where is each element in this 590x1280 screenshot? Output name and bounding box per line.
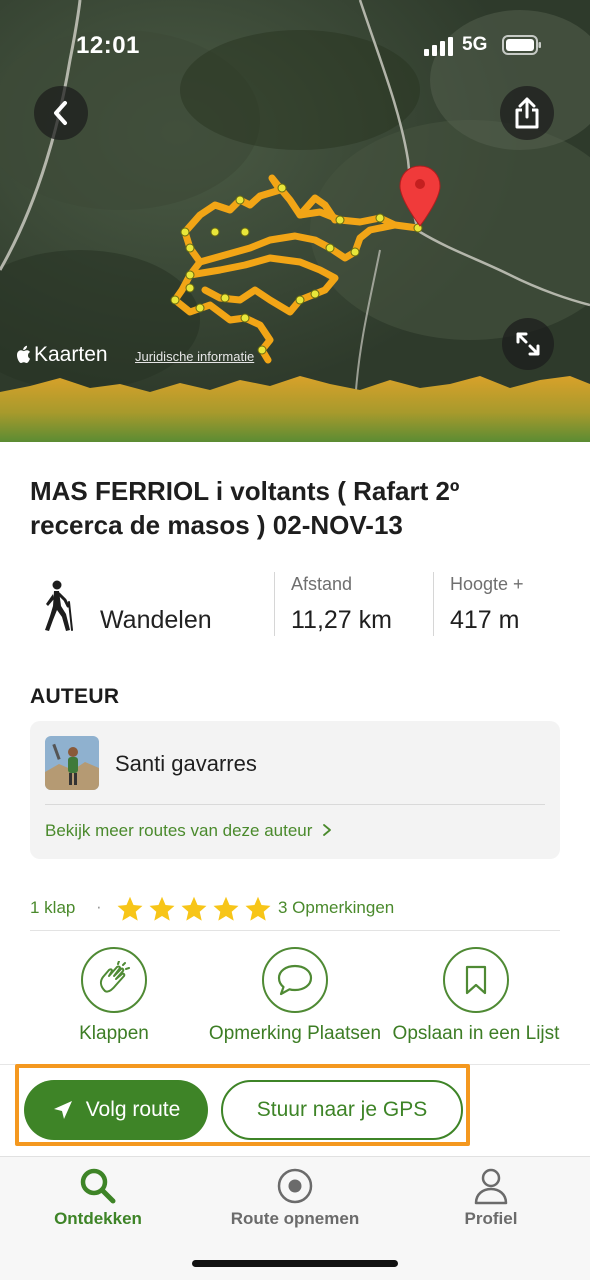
activity-type: Wandelen [100,606,212,634]
distance-value: 11,27 km [291,606,392,634]
route-actions: Klappen Opmerking Plaatsen Opslaan in ee… [0,947,590,1067]
route-title: MAS FERRIOL i voltants ( Rafart 2º recer… [30,476,460,540]
author-card[interactable]: Santi gavarres Bekijk meer routes van de… [30,721,560,859]
status-bar: 12:01 5G [0,30,590,62]
comment-button[interactable] [262,947,328,1013]
home-indicator [192,1260,398,1267]
map-pin-icon [399,165,441,227]
save-label: Opslaan in een Lijst [392,1023,560,1044]
back-button[interactable] [34,86,88,140]
clap-action[interactable]: Klappen [24,947,204,1046]
comment-action[interactable]: Opmerking Plaatsen [205,947,385,1046]
send-to-gps-label: Stuur naar je GPS [256,1098,428,1121]
apple-maps-brand: Kaarten [16,343,108,367]
tab-record-route-label: Route opnemen [230,1209,360,1228]
star-icon [117,896,143,921]
route-map[interactable]: 12:01 5G Kaarten Juridische informatie [0,0,590,442]
card-divider [45,804,545,805]
elevation-value: 417 m [450,606,520,634]
satellite-terrain [0,0,590,442]
save-action[interactable]: Opslaan in een Lijst [386,947,566,1046]
send-to-gps-button[interactable]: Stuur naar je GPS [221,1080,463,1140]
author-heading: AUTEUR [30,685,120,708]
claps-count[interactable]: 1 klap [30,898,75,918]
separator-dot: · [96,897,102,916]
person-icon [474,1168,508,1205]
expand-icon [516,332,540,356]
status-time: 12:01 [76,32,140,59]
clap-label: Klappen [79,1023,149,1044]
comments-count[interactable]: 3 Opmerkingen [278,898,394,918]
network-type: 5G [462,34,488,55]
comment-icon [277,964,313,996]
tab-profile[interactable]: Profiel [393,1165,589,1229]
star-icon [149,896,175,921]
engagement-row: 1 klap · 3 Opmerkingen [30,895,560,925]
clap-icon [99,961,130,993]
search-icon [80,1168,116,1204]
follow-route-label: Volg route [85,1098,181,1121]
expand-map-button[interactable] [502,318,554,370]
chevron-right-icon [323,824,332,836]
star-icon [245,896,271,921]
save-to-list-button[interactable] [443,947,509,1013]
more-routes-link[interactable]: Bekijk meer routes van deze auteur [45,821,333,841]
clap-button[interactable] [81,947,147,1013]
maps-brand-label: Kaarten [34,343,108,366]
star-icon [213,896,239,921]
share-button[interactable] [500,86,554,140]
follow-route-button[interactable]: Volg route [24,1080,208,1140]
author-name[interactable]: Santi gavarres [115,751,257,777]
apple-logo-icon [17,345,30,363]
legal-info-link[interactable]: Juridische informatie [135,349,254,364]
battery-icon [502,35,541,55]
comment-label: Opmerking Plaatsen [208,1023,382,1044]
stat-divider [433,572,434,636]
route-stats: Wandelen Afstand 11,27 km Hoogte + 417 m [0,566,590,642]
star-rating [116,895,272,923]
share-icon [515,97,539,129]
stat-divider [274,572,275,636]
row-divider [30,930,560,931]
distance-label: Afstand [291,574,353,594]
bookmark-icon [465,965,487,995]
signal-icon [424,37,453,56]
star-icon [181,896,207,921]
tab-record-route[interactable]: Route opnemen [197,1165,393,1229]
tab-discover[interactable]: Ontdekken [0,1165,196,1229]
tab-discover-label: Ontdekken [54,1209,142,1228]
hiking-icon [45,580,73,631]
tab-profile-label: Profiel [464,1209,518,1228]
chevron-left-icon [54,101,67,125]
elevation-label: Hoogte + [450,574,524,594]
avatar-photo [45,736,99,790]
author-avatar[interactable] [45,736,99,790]
record-icon [277,1168,313,1204]
navigation-arrow-icon [53,1101,72,1119]
more-routes-label: Bekijk meer routes van deze auteur [45,821,313,840]
